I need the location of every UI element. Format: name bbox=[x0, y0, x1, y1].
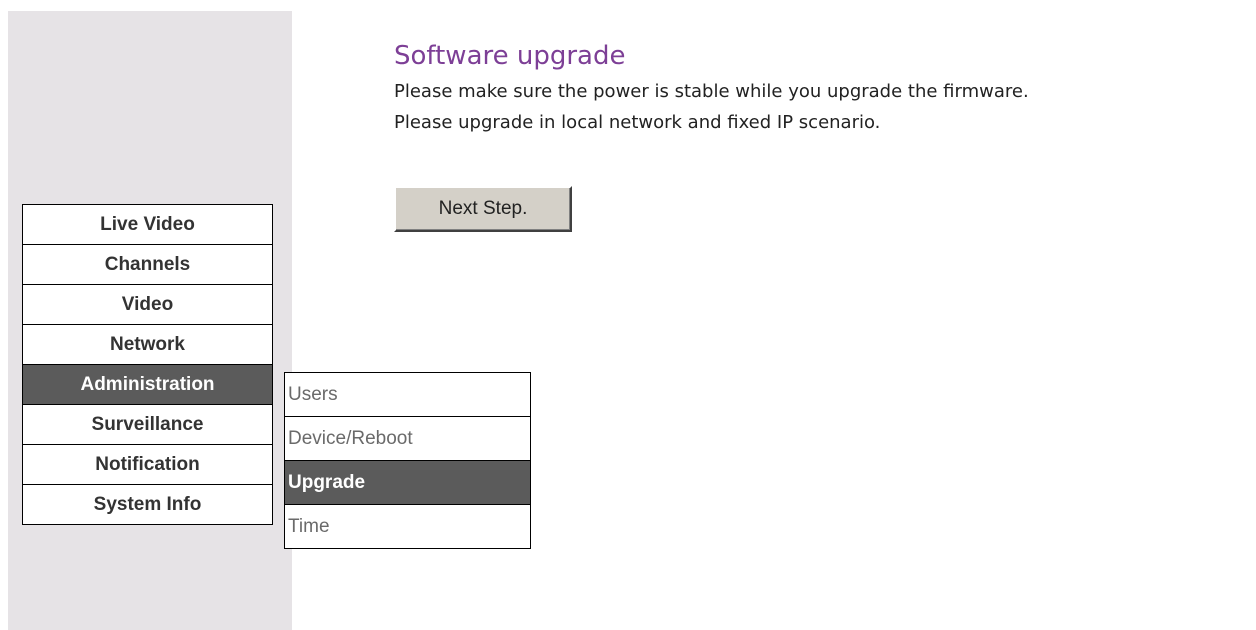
page-title: Software upgrade bbox=[394, 41, 626, 71]
main-menu: Live Video Channels Video Network Admini… bbox=[22, 204, 273, 525]
menu-item-video[interactable]: Video bbox=[23, 285, 272, 325]
submenu-item-users[interactable]: Users bbox=[285, 373, 530, 417]
network-notice: Please upgrade in local network and fixe… bbox=[394, 112, 881, 133]
menu-item-network[interactable]: Network bbox=[23, 325, 272, 365]
menu-item-notification[interactable]: Notification bbox=[23, 445, 272, 485]
administration-submenu: Users Device/Reboot Upgrade Time bbox=[284, 372, 531, 549]
power-notice: Please make sure the power is stable whi… bbox=[394, 81, 1029, 102]
main-content: Software upgrade Please make sure the po… bbox=[394, 36, 1244, 232]
menu-item-administration[interactable]: Administration bbox=[23, 365, 272, 405]
submenu-item-device-reboot[interactable]: Device/Reboot bbox=[285, 417, 530, 461]
menu-item-live-video[interactable]: Live Video bbox=[23, 205, 272, 245]
next-step-button[interactable]: Next Step. bbox=[394, 186, 572, 232]
menu-item-surveillance[interactable]: Surveillance bbox=[23, 405, 272, 445]
menu-item-system-info[interactable]: System Info bbox=[23, 485, 272, 524]
submenu-item-upgrade[interactable]: Upgrade bbox=[285, 461, 530, 505]
submenu-item-time[interactable]: Time bbox=[285, 505, 530, 548]
menu-item-channels[interactable]: Channels bbox=[23, 245, 272, 285]
